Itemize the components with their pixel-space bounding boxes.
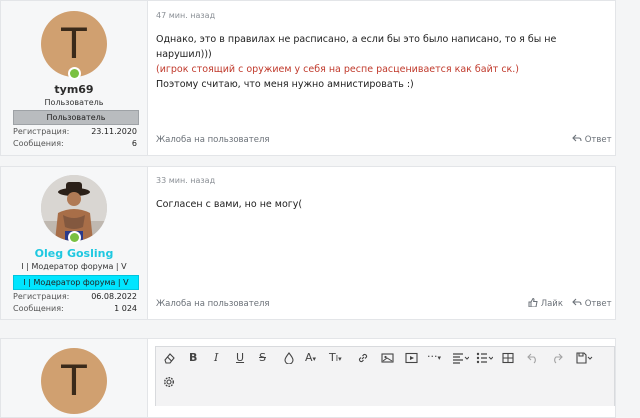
media-icon[interactable] [405,352,418,368]
editor-toolbar: B I U S A▾ TI▾ ···▾ [155,346,615,406]
reply-user-panel: T [1,339,148,417]
messages-label: Сообщения: [13,139,64,148]
messages-row: Сообщения: 6 [13,139,137,148]
reply-icon [572,298,582,306]
post-line: Поэтому считаю, что меня нужно амнистиро… [156,79,414,90]
reply-button[interactable]: Ответ [572,134,612,145]
link-icon[interactable] [357,352,369,368]
registration-row: Регистрация: 23.11.2020 [13,127,137,136]
user-banner: I | Модератор форума | V [13,275,139,290]
messages-value: 6 [131,139,137,148]
italic-icon[interactable]: I [214,351,218,365]
post-body: Однако, это в правилах не расписано, а е… [156,32,615,92]
list-icon[interactable] [476,352,494,368]
post-line: Однако, это в правилах не расписано, а е… [156,34,557,60]
underline-icon[interactable]: U [236,351,244,365]
post-1-user-panel: T tym69 Пользователь Пользователь Регист… [1,1,148,155]
more-icon[interactable]: ···▾ [427,350,441,365]
report-link[interactable]: Жалоба на пользователя [156,135,269,145]
registration-value: 23.11.2020 [91,127,137,136]
reply-label: Ответ [584,135,612,145]
report-link[interactable]: Жалоба на пользователя [156,299,269,309]
like-label: Лайк [540,299,563,309]
username[interactable]: tym69 [1,83,147,96]
registration-row: Регистрация: 06.08.2022 [13,292,137,301]
image-icon[interactable] [381,352,394,368]
registration-label: Регистрация: [13,127,70,136]
user-title: I | Модератор форума | V [21,262,127,271]
post-1: T tym69 Пользователь Пользователь Регист… [0,0,616,156]
post-line-red: (игрок стоящий с оружием у себя на респе… [156,64,520,75]
post-line: Согласен с вами, но не могу( [156,199,303,210]
color-icon[interactable] [284,352,294,368]
reply-label: Ответ [584,299,612,309]
post-2: Oleg Gosling I | Модератор форума | V I … [0,166,616,320]
align-icon[interactable] [452,352,470,368]
messages-label: Сообщения: [13,304,64,313]
online-indicator-icon [68,231,81,244]
user-avatar[interactable]: T [41,348,107,414]
post-body: Согласен с вами, но не могу( [156,197,302,212]
messages-row: Сообщения: 1 024 [13,304,137,313]
post-time[interactable]: 33 мин. назад [156,176,215,185]
registration-label: Регистрация: [13,292,70,301]
messages-value: 1 024 [114,304,137,313]
user-banner: Пользователь [13,110,139,125]
reply-button[interactable]: Ответ [572,298,612,309]
strike-icon[interactable]: S [259,351,266,365]
post-2-user-panel: Oleg Gosling I | Модератор форума | V I … [1,167,148,319]
save-draft-icon[interactable] [576,352,593,368]
like-button[interactable]: Лайк [528,297,563,309]
eraser-icon[interactable] [163,352,175,368]
username[interactable]: Oleg Gosling [1,247,147,260]
online-indicator-icon [68,67,81,80]
registration-value: 06.08.2022 [91,292,137,301]
table-icon[interactable] [502,352,514,368]
user-title: Пользователь [44,98,104,107]
text-height-icon[interactable]: TI▾ [329,351,342,366]
font-size-icon[interactable]: A▾ [305,351,316,366]
reply-icon [572,134,582,142]
redo-icon[interactable] [551,352,563,368]
undo-icon[interactable] [527,352,539,368]
bold-icon[interactable]: B [189,351,197,365]
post-time[interactable]: 47 мин. назад [156,11,215,20]
thumbs-up-icon [528,297,538,308]
settings-icon[interactable] [163,376,175,392]
